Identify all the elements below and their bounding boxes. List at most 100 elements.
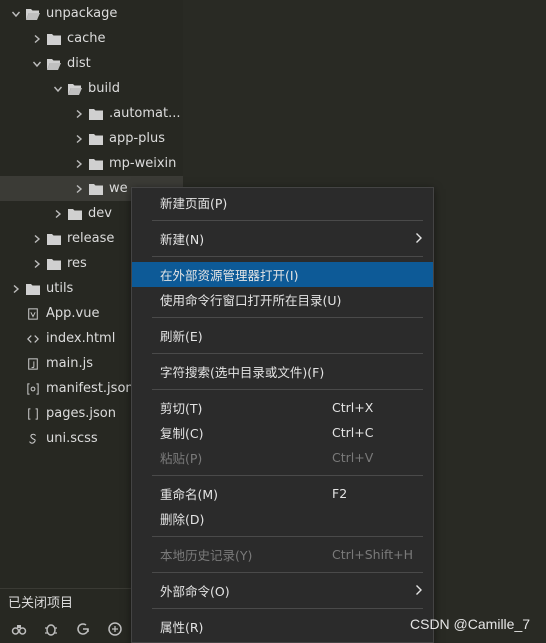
tree-item[interactable]: mp-weixin [0,151,183,176]
menu-item-label: 剪切(T) [160,401,203,416]
tree-item-label: we [109,181,128,196]
chevron-right-icon [415,232,423,244]
chevron-right-icon[interactable] [29,234,45,244]
scss-file-icon [24,433,42,445]
chevron-right-icon[interactable] [71,134,87,144]
menu-item[interactable]: 刷新(E) [132,323,433,348]
menu-item[interactable]: 剪切(T) Ctrl+X [132,395,433,420]
chevron-right-icon[interactable] [71,159,87,169]
js-file-icon [24,357,42,370]
chevron-right-icon[interactable] [71,109,87,119]
menu-separator [152,256,423,257]
tree-item-label: mp-weixin [109,156,177,171]
menu-item[interactable]: 属性(R) [132,614,433,639]
folder-icon [87,158,105,170]
manifest-file-icon [24,382,42,395]
binoculars-icon[interactable] [8,618,30,640]
tree-item[interactable]: app-plus [0,126,183,151]
context-menu: 新建页面(P) 新建(N) 在外部资源管理器打开(I) 使用命令行窗口打开所在目录(U… [131,187,434,643]
menu-item-label: 在外部资源管理器打开(I) [160,268,299,283]
menu-item[interactable]: 复制(C) Ctrl+C [132,420,433,445]
chevron-right-icon[interactable] [29,34,45,44]
menu-item-label: 使用命令行窗口打开所在目录(U) [160,293,342,308]
chevron-right-icon[interactable] [71,184,87,194]
plugin-icon[interactable] [104,618,126,640]
tree-item-label: index.html [46,331,116,346]
html-file-icon [24,333,42,345]
folder-icon [45,233,63,245]
folder-icon [87,133,105,145]
tree-item[interactable]: build [0,76,183,101]
menu-item-shortcut: Ctrl+X [332,400,374,415]
menu-item: 粘贴(P) Ctrl+V [132,445,433,470]
menu-item[interactable]: 新建页面(P) [132,190,433,215]
menu-item[interactable]: 在外部资源管理器打开(I) [132,262,433,287]
menu-item[interactable]: 外部命令(O) [132,578,433,603]
menu-item-label: 属性(R) [160,620,204,635]
tree-item-label: build [88,81,120,96]
chevron-down-icon[interactable] [29,59,45,69]
folder-icon [24,283,42,295]
menu-item-label: 新建页面(P) [160,196,228,211]
chevron-down-icon[interactable] [50,84,66,94]
tree-item-label: res [67,256,87,271]
folder-icon [66,208,84,220]
tree-item-label: App.vue [46,306,100,321]
tree-item-label: unpackage [46,6,118,21]
folder-icon [45,33,63,45]
menu-item-label: 字符搜索(选中目录或文件)(F) [160,365,325,380]
menu-item-shortcut: Ctrl+C [332,425,374,440]
refresh-g-icon[interactable] [72,618,94,640]
menu-separator [152,353,423,354]
menu-separator [152,572,423,573]
menu-item-label: 外部命令(O) [160,584,230,599]
folder-open-icon [45,58,63,70]
tree-item-label: utils [46,281,74,296]
vue-file-icon [24,307,42,320]
menu-separator [152,389,423,390]
menu-item-label: 本地历史记录(Y) [160,548,253,563]
json-file-icon [24,407,42,420]
tree-item-label: .automat... [109,106,181,121]
tree-item-label: main.js [46,356,93,371]
tree-item[interactable]: unpackage [0,1,183,26]
tree-item-label: dist [67,56,91,71]
menu-item-label: 重命名(M) [160,487,219,502]
folder-open-icon [24,8,42,20]
tree-item-label: uni.scss [46,431,98,446]
tree-item[interactable]: dist [0,51,183,76]
tree-item-label: manifest.json [46,381,134,396]
chevron-right-icon [415,584,423,596]
menu-item-shortcut: Ctrl+V [332,450,374,465]
menu-separator [152,220,423,221]
chevron-right-icon[interactable] [50,209,66,219]
menu-item[interactable]: 新建(N) [132,226,433,251]
menu-item[interactable]: 字符搜索(选中目录或文件)(F) [132,359,433,384]
tree-item-label: dev [88,206,112,221]
menu-separator [152,536,423,537]
menu-item-label: 删除(D) [160,512,205,527]
tree-item[interactable]: .automat... [0,101,183,126]
folder-icon [45,258,63,270]
tree-item[interactable]: cache [0,26,183,51]
chevron-right-icon[interactable] [29,259,45,269]
folder-icon [87,108,105,120]
chevron-down-icon[interactable] [8,9,24,19]
menu-separator [152,317,423,318]
menu-item-label: 新建(N) [160,232,205,247]
menu-separator [152,475,423,476]
watermark: CSDN @Camille_7 [410,616,531,632]
menu-separator [152,608,423,609]
folder-icon [87,183,105,195]
tree-item-label: cache [67,31,106,46]
menu-item-shortcut: Ctrl+Shift+H [332,547,413,562]
menu-item[interactable]: 重命名(M) F2 [132,481,433,506]
folder-open-icon [66,83,84,95]
tree-item-label: pages.json [46,406,116,421]
bug-icon[interactable] [40,618,62,640]
chevron-right-icon[interactable] [8,284,24,294]
tree-item-label: app-plus [109,131,166,146]
menu-item[interactable]: 删除(D) [132,506,433,531]
menu-item[interactable]: 使用命令行窗口打开所在目录(U) [132,287,433,312]
menu-item: 本地历史记录(Y) Ctrl+Shift+H [132,542,433,567]
